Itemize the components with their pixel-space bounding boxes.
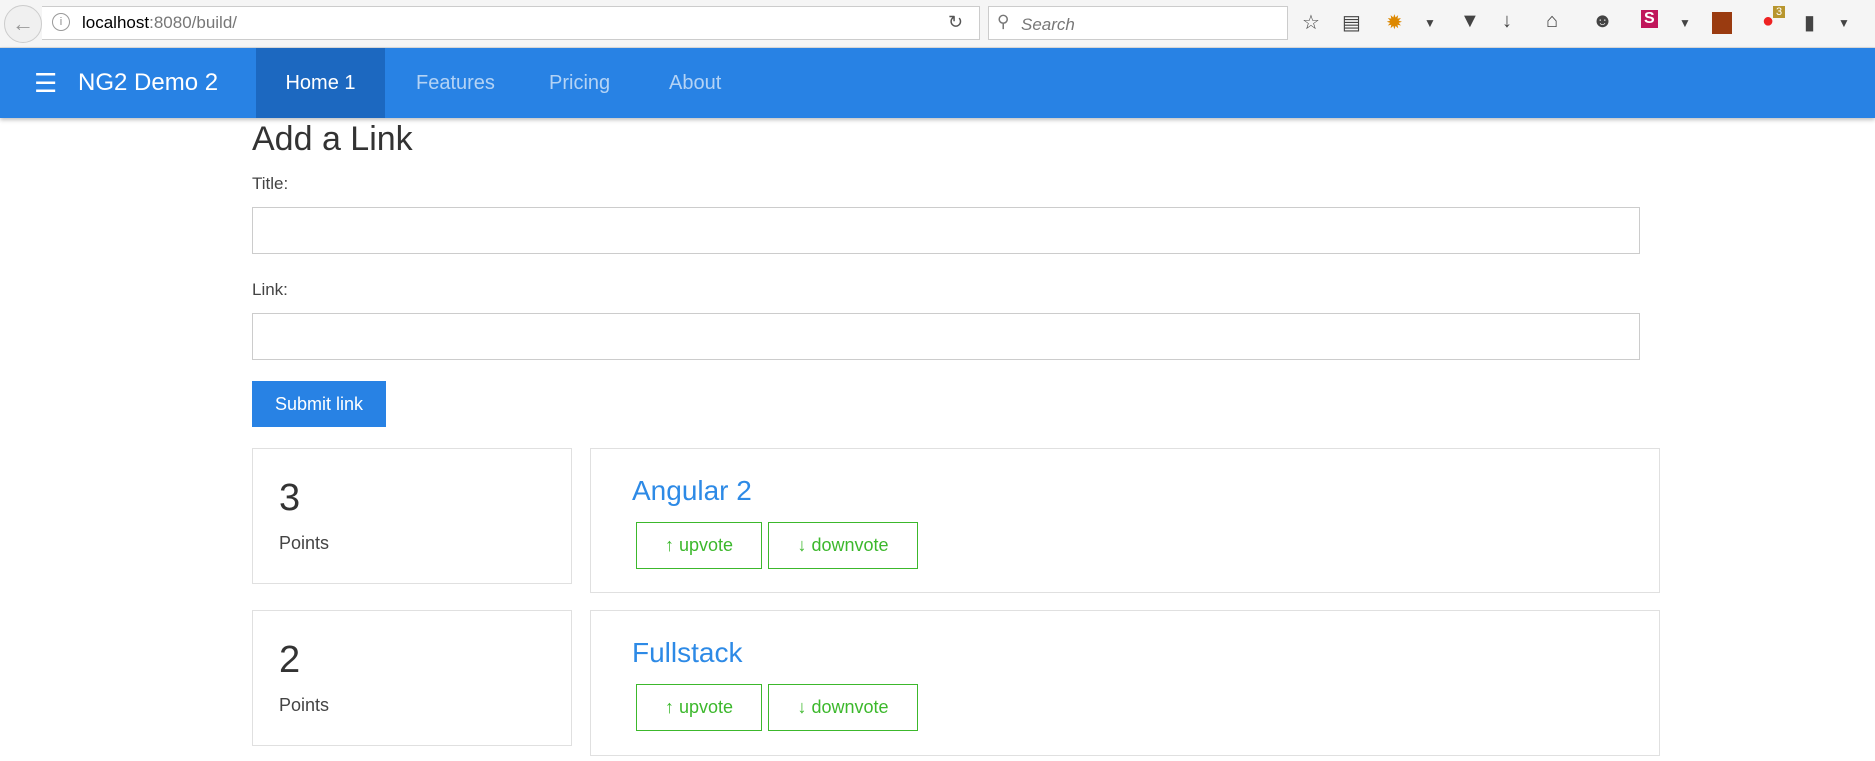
arrow-down-icon: ↓ — [797, 697, 812, 717]
download-icon[interactable]: ↓ — [1502, 10, 1512, 33]
title-input[interactable] — [252, 207, 1640, 254]
downvote-label: downvote — [811, 535, 889, 555]
chat-icon[interactable]: ☻ — [1592, 10, 1613, 33]
points-value: 2 — [279, 639, 301, 681]
downvote-button[interactable]: ↓ downvote — [768, 684, 918, 731]
reading-list-icon[interactable]: ▤ — [1342, 10, 1361, 35]
points-card: 3 Points — [252, 448, 572, 584]
points-value: 3 — [279, 477, 301, 519]
brand[interactable]: NG2 Demo 2 — [78, 69, 218, 97]
tab-home[interactable]: Home 1 — [256, 48, 385, 118]
link-card: Fullstack ↑ upvote ↓ downvote — [590, 610, 1660, 756]
points-label: Points — [279, 695, 330, 715]
dropdown-icon[interactable]: ▼ — [1424, 16, 1436, 30]
reload-icon[interactable]: ↻ — [948, 12, 963, 33]
url-text[interactable]: localhost:8080/build/ — [82, 13, 237, 33]
url-path: :8080/build/ — [149, 13, 238, 32]
upvote-button[interactable]: ↑ upvote — [636, 522, 762, 569]
extension-badge: 3 — [1773, 6, 1786, 18]
points-label: Points — [279, 533, 330, 553]
clipboard-icon[interactable]: ▮ — [1804, 10, 1815, 35]
back-button[interactable]: ← — [4, 5, 42, 43]
navbar: ☰ NG2 Demo 2 Home 1 Features Pricing Abo… — [0, 48, 1875, 118]
arrow-down-icon: ↓ — [797, 535, 812, 555]
downvote-button[interactable]: ↓ downvote — [768, 522, 918, 569]
firebug-icon[interactable]: ✹ — [1386, 10, 1403, 35]
points-card: 2 Points — [252, 610, 572, 746]
link-input[interactable] — [252, 313, 1640, 360]
downvote-label: downvote — [811, 697, 889, 717]
link-title[interactable]: Fullstack — [632, 637, 742, 669]
s-extension-icon[interactable]: S — [1641, 10, 1658, 28]
hamburger-menu-icon[interactable]: ☰ — [34, 68, 57, 99]
link-card: Angular 2 ↑ upvote ↓ downvote — [590, 448, 1660, 593]
extension-icon[interactable] — [1712, 12, 1732, 34]
arrow-up-icon: ↑ — [664, 697, 679, 717]
tab-about[interactable]: About — [639, 48, 751, 118]
submit-link-button[interactable]: Submit link — [252, 381, 386, 427]
url-host: localhost — [82, 13, 150, 32]
title-label: Title: — [252, 174, 289, 193]
arrow-up-icon: ↑ — [664, 535, 679, 555]
tab-features[interactable]: Features — [386, 48, 525, 118]
link-label: Link: — [252, 280, 288, 299]
dropdown-icon[interactable]: ▼ — [1679, 16, 1691, 30]
search-input[interactable]: ⚲ Search — [988, 6, 1288, 40]
info-icon[interactable]: i — [52, 13, 70, 31]
home-icon[interactable]: ⌂ — [1546, 10, 1558, 33]
upvote-button[interactable]: ↑ upvote — [636, 684, 762, 731]
upvote-label: upvote — [678, 697, 734, 717]
page-title: Add a Link — [252, 120, 413, 158]
bookmark-star-icon[interactable]: ☆ — [1302, 10, 1320, 35]
link-title[interactable]: Angular 2 — [632, 475, 752, 507]
pocket-icon[interactable]: ▼ — [1460, 10, 1480, 33]
browser-toolbar: ← i localhost:8080/build/ ↻ ⚲ Search ☆ ▤… — [0, 0, 1875, 48]
tab-pricing[interactable]: Pricing — [519, 48, 640, 118]
menu-dropdown-icon[interactable]: ▼ — [1838, 16, 1850, 30]
search-icon: ⚲ — [997, 12, 1010, 31]
search-placeholder: Search — [1021, 15, 1075, 34]
upvote-label: upvote — [678, 535, 734, 555]
